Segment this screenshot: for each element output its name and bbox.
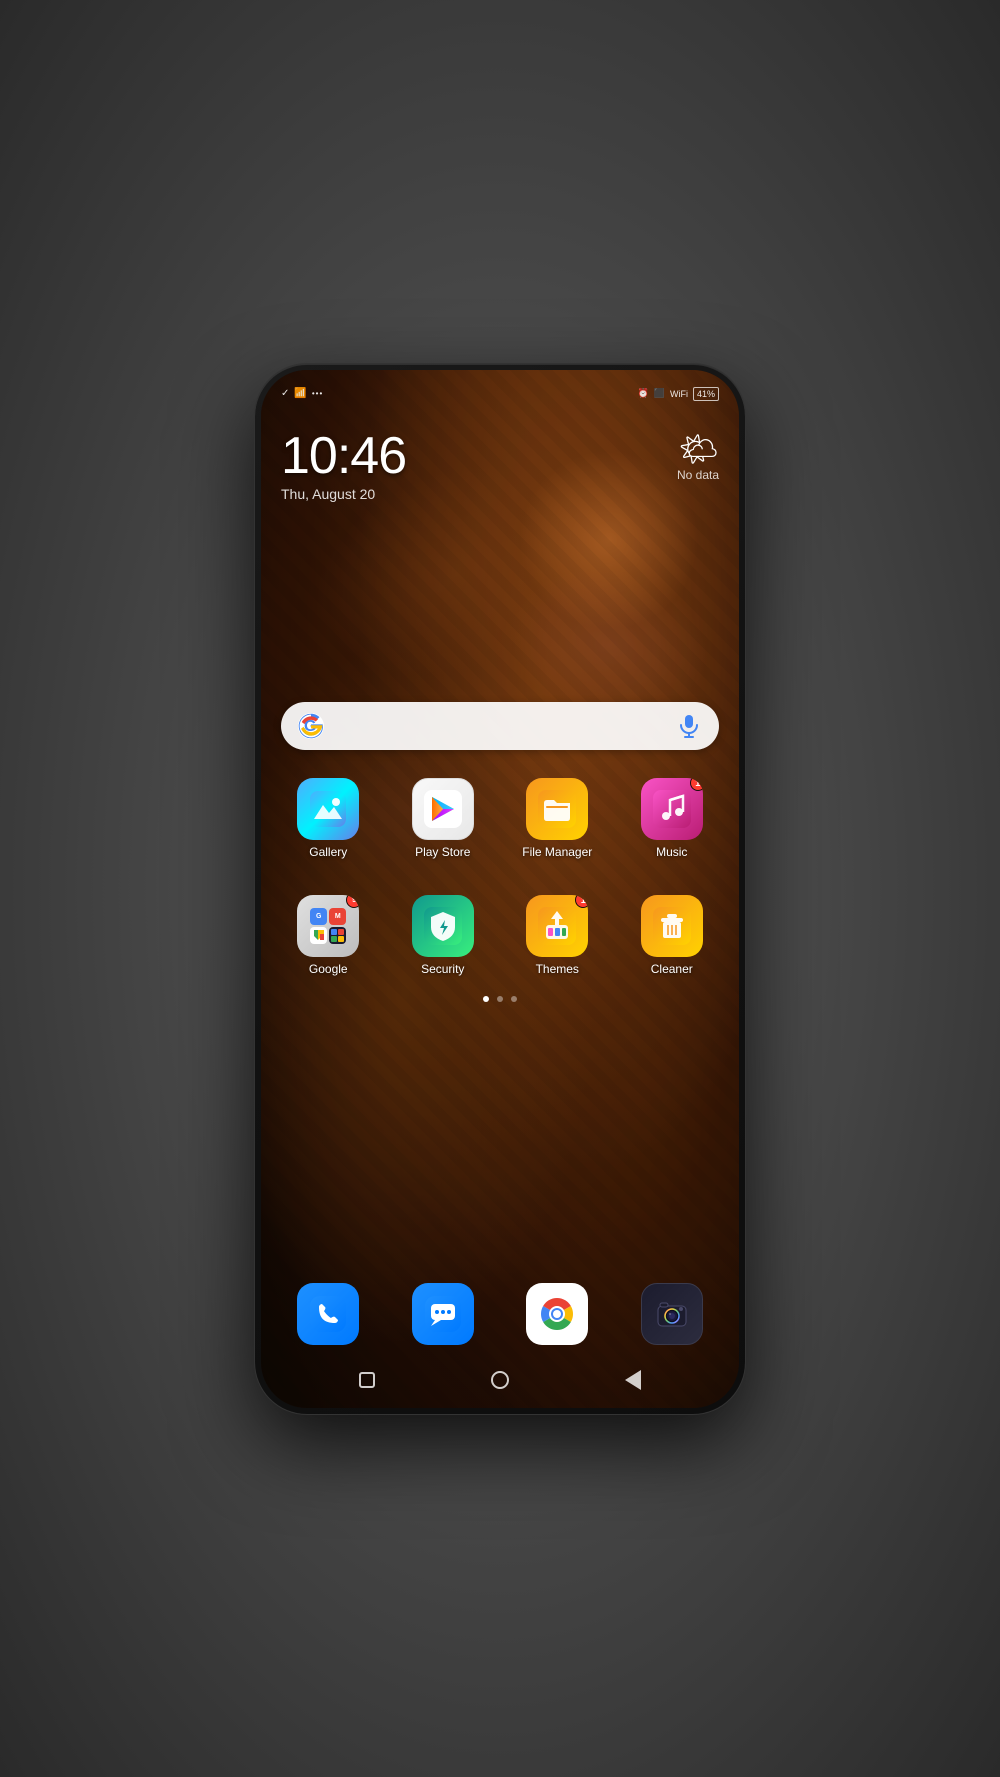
portrait-icon: ⬛ [654, 388, 665, 399]
weather-widget: 🌤 No data [677, 430, 719, 482]
page-dot-2[interactable] [497, 996, 503, 1002]
google-mini-icon: G [310, 908, 327, 925]
home-button[interactable] [488, 1368, 512, 1392]
search-bar[interactable]: G [281, 702, 719, 750]
gmail-mini-icon: M [329, 908, 346, 925]
clock-time: 10:46 [281, 430, 406, 482]
home-icon [491, 1371, 509, 1389]
app-themes[interactable]: 1 [500, 887, 615, 984]
cleaner-label: Cleaner [651, 962, 693, 976]
recents-button[interactable] [355, 1368, 379, 1392]
app-grid-row2: 9 G M [271, 887, 729, 984]
clock-date: Thu, August 20 [281, 486, 406, 502]
back-icon [625, 1370, 641, 1390]
themes-svg [538, 907, 576, 945]
gallery-icon [297, 778, 359, 840]
app-music[interactable]: 1 [615, 770, 730, 867]
wifi-icon: WiFi [670, 389, 688, 399]
clock-widget: 10:46 Thu, August 20 [281, 430, 406, 502]
page-dot-1[interactable] [483, 996, 489, 1002]
google-folder-label: Google [309, 962, 348, 976]
playstore-icon [412, 778, 474, 840]
google-badge: 9 [346, 895, 359, 908]
chrome-icon [526, 1283, 588, 1345]
status-left-icons: ✓ 📶 ••• [281, 388, 323, 399]
battery-icon: 41% [693, 387, 719, 401]
cleaner-svg [653, 907, 691, 945]
google-g-icon [297, 712, 325, 740]
music-badge: 1 [690, 778, 703, 791]
notification-dots-icon: ••• [312, 389, 323, 398]
dock [271, 1275, 729, 1353]
chrome-svg [539, 1296, 575, 1332]
phone-icon [297, 1283, 359, 1345]
app-filemanager[interactable]: File Manager [500, 770, 615, 867]
messages-icon [412, 1283, 474, 1345]
filemanager-svg [538, 790, 576, 828]
security-label: Security [421, 962, 464, 976]
check-circle-icon: ✓ [281, 388, 289, 399]
phone-screen: ✓ 📶 ••• ⏰ ⬛ WiFi 41% 10:46 Thu, August 2… [261, 370, 739, 1408]
dock-phone[interactable] [271, 1275, 386, 1353]
security-svg [424, 907, 462, 945]
status-bar: ✓ 📶 ••• ⏰ ⬛ WiFi 41% [261, 370, 739, 410]
status-right-icons: ⏰ ⬛ WiFi 41% [638, 387, 719, 401]
music-label: Music [656, 845, 687, 859]
google-search-input[interactable]: G [281, 702, 719, 750]
playstore-svg [424, 790, 462, 828]
microphone-icon[interactable] [675, 712, 703, 740]
app-gallery[interactable]: Gallery [271, 770, 386, 867]
more-mini-icon [329, 927, 346, 944]
messages-svg [425, 1296, 461, 1332]
dock-camera[interactable] [615, 1275, 730, 1353]
themes-icon: 1 [526, 895, 588, 957]
gallery-label: Gallery [309, 845, 347, 859]
themes-badge: 1 [575, 895, 588, 908]
camera-icon [641, 1283, 703, 1345]
app-google-folder[interactable]: 9 G M [271, 887, 386, 984]
dock-messages[interactable] [386, 1275, 501, 1353]
phone-svg [310, 1296, 346, 1332]
app-security[interactable]: Security [386, 887, 501, 984]
dock-chrome[interactable] [500, 1275, 615, 1353]
sim-icon: 📶 [294, 388, 306, 399]
navigation-bar [261, 1360, 739, 1400]
clock-area: 10:46 Thu, August 20 🌤 No data [261, 410, 739, 502]
security-icon [412, 895, 474, 957]
weather-text: No data [677, 468, 719, 482]
filemanager-label: File Manager [522, 845, 592, 859]
phone-device: ✓ 📶 ••• ⏰ ⬛ WiFi 41% 10:46 Thu, August 2… [255, 364, 745, 1414]
camera-svg [654, 1296, 690, 1332]
app-cleaner[interactable]: Cleaner [615, 887, 730, 984]
mic-svg [679, 714, 699, 738]
app-playstore[interactable]: Play Store [386, 770, 501, 867]
page-dots [261, 996, 739, 1002]
music-icon: 1 [641, 778, 703, 840]
weather-icon: 🌤 [677, 430, 719, 468]
google-folder-icon: 9 G M [297, 895, 359, 957]
maps-mini-icon [310, 927, 327, 944]
recents-icon [359, 1372, 375, 1388]
alarm-icon: ⏰ [638, 388, 649, 399]
back-button[interactable] [621, 1368, 645, 1392]
playstore-label: Play Store [415, 845, 470, 859]
page-dot-3[interactable] [511, 996, 517, 1002]
gallery-svg [310, 791, 346, 827]
music-svg [653, 790, 691, 828]
app-grid-row1: Gallery [271, 770, 729, 867]
filemanager-icon [526, 778, 588, 840]
cleaner-icon [641, 895, 703, 957]
themes-label: Themes [536, 962, 579, 976]
